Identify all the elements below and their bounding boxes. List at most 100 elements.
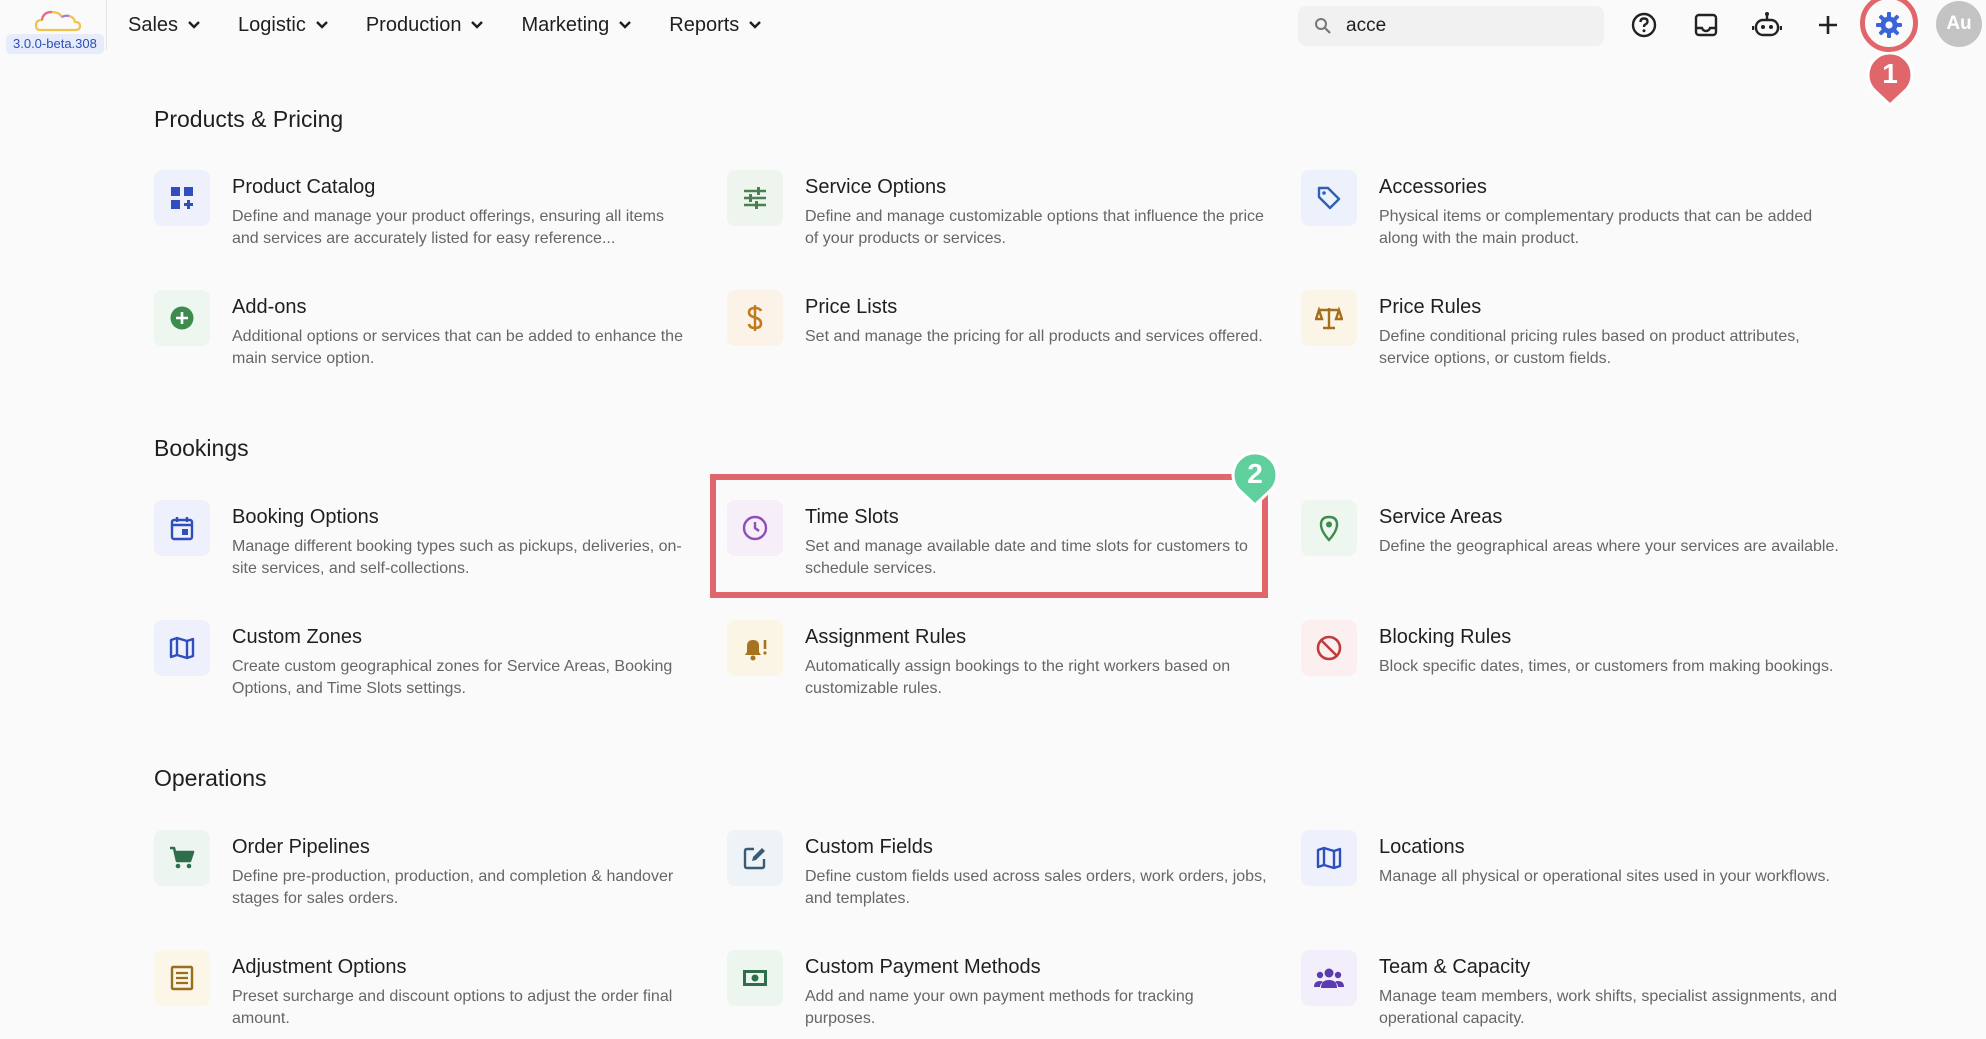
settings-button[interactable] [1871,7,1907,43]
card-description: Set and manage available date and time s… [805,538,1248,577]
nav-sales[interactable]: Sales [128,14,201,37]
top-bar: 3.0.0-beta.308 Sales Logistic Production… [0,0,1986,54]
card-title: Time Slots [805,506,899,528]
card-accessories[interactable]: Accessories Physical items or complement… [1301,170,1841,260]
sliders-icon [727,170,783,226]
card-description: Manage different booking types such as p… [232,538,682,577]
card-title: Service Areas [1379,506,1503,528]
card-time-slots[interactable]: Time Slots Set and manage available date… [727,500,1267,590]
card-description: Define pre-production, production, and c… [232,868,674,907]
card-description: Define and manage customizable options t… [805,208,1264,247]
cloud-logo-icon [34,10,82,32]
card-blocking-rules[interactable]: Blocking Rules Block specific dates, tim… [1301,620,1841,710]
card-description: Manage all physical or operational sites… [1379,868,1830,885]
inbox-button[interactable] [1688,7,1724,43]
card-title: Custom Fields [805,836,933,858]
card-team-capacity[interactable]: Team & Capacity Manage team members, wor… [1301,950,1841,1039]
add-button[interactable] [1810,7,1846,43]
chevron-down-icon [619,21,632,29]
card-description: Add and name your own payment methods fo… [805,988,1194,1027]
card-title: Add-ons [232,296,307,318]
card-title: Custom Payment Methods [805,956,1041,978]
assistant-button[interactable] [1749,7,1785,43]
card-description: Set and manage the pricing for all produ… [805,328,1263,345]
help-circle-icon [1631,12,1657,38]
card-service-options[interactable]: Service Options Define and manage custom… [727,170,1267,260]
card-adjustment-options[interactable]: Adjustment Options Preset surcharge and … [154,950,694,1039]
section-title-bookings: Bookings [154,435,249,461]
gear-icon [1876,12,1902,38]
nav-production-label: Production [365,13,462,36]
edit-icon [727,830,783,886]
card-price-rules[interactable]: Price Rules Define conditional pricing r… [1301,290,1841,380]
card-custom-payment-methods[interactable]: Custom Payment Methods Add and name your… [727,950,1267,1039]
card-title: Booking Options [232,506,379,528]
app-logo[interactable]: 3.0.0-beta.308 [0,0,106,56]
section-title-operations: Operations [154,765,267,791]
nav-logistic[interactable]: Logistic [238,14,329,37]
card-custom-fields[interactable]: Custom Fields Define custom fields used … [727,830,1267,920]
card-product-catalog[interactable]: Product Catalog Define and manage your p… [154,170,694,260]
card-service-areas[interactable]: Service Areas Define the geographical ar… [1301,500,1841,590]
chevron-down-icon [315,21,328,29]
main-nav: Sales Logistic Production Marketing Repo… [128,0,799,50]
card-title: Team & Capacity [1379,956,1531,978]
card-title: Price Rules [1379,296,1482,318]
card-custom-zones[interactable]: Custom Zones Create custom geographical … [154,620,694,710]
location-pin-icon [1301,500,1357,556]
cash-icon [727,950,783,1006]
list-icon [154,950,210,1006]
card-title: Accessories [1379,176,1487,198]
nav-marketing[interactable]: Marketing [521,14,632,37]
clock-icon [727,500,783,556]
robot-icon [1752,12,1782,37]
nav-marketing-label: Marketing [521,13,610,36]
dollar-icon [727,290,783,346]
calendar-icon [154,500,210,556]
nav-reports[interactable]: Reports [669,14,762,37]
search-icon [1315,18,1331,34]
block-icon [1301,620,1357,676]
grid-plus-icon [154,170,210,226]
card-description: Preset surcharge and discount options to… [232,988,673,1027]
plus-circle-icon [154,290,210,346]
card-assignment-rules[interactable]: Assignment Rules Automatically assign bo… [727,620,1267,710]
card-price-lists[interactable]: Price Lists Set and manage the pricing f… [727,290,1267,380]
card-add-ons[interactable]: Add-ons Additional options or services t… [154,290,694,380]
card-description: Define the geographical areas where your… [1379,538,1839,555]
plus-icon [1819,16,1837,34]
card-title: Product Catalog [232,176,376,198]
map-icon [1301,830,1357,886]
card-booking-options[interactable]: Booking Options Manage different booking… [154,500,694,590]
nav-production[interactable]: Production [366,14,485,37]
bell-alert-icon [727,620,783,676]
section-title-products-pricing: Products & Pricing [154,106,344,132]
card-description: Define and manage your product offerings… [232,208,664,247]
search-input[interactable] [1346,15,1586,37]
card-description: Block specific dates, times, or customer… [1379,658,1834,675]
card-description: Automatically assign bookings to the rig… [805,658,1231,697]
search-bar[interactable] [1298,6,1604,46]
annotation-marker-1: 1 [1865,51,1915,108]
card-locations[interactable]: Locations Manage all physical or operati… [1301,830,1841,920]
inbox-icon [1694,13,1718,37]
avatar[interactable]: Au [1936,1,1982,47]
card-description: Manage team members, work shifts, specia… [1379,988,1837,1027]
card-title: Adjustment Options [232,956,407,978]
card-title: Order Pipelines [232,836,370,858]
scale-icon [1301,290,1357,346]
card-description: Create custom geographical zones for Ser… [232,658,673,697]
nav-divider [106,0,107,50]
version-badge: 3.0.0-beta.308 [6,34,104,54]
card-order-pipelines[interactable]: Order Pipelines Define pre-production, p… [154,830,694,920]
card-description: Define conditional pricing rules based o… [1379,328,1800,367]
card-description: Physical items or complementary products… [1379,208,1813,247]
card-title: Blocking Rules [1379,626,1512,648]
card-title: Custom Zones [232,626,363,648]
chevron-down-icon [749,21,762,29]
card-title: Locations [1379,836,1465,858]
card-description: Define custom fields used across sales o… [805,868,1267,907]
help-button[interactable] [1626,7,1662,43]
chevron-down-icon [471,21,484,29]
card-title: Assignment Rules [805,626,967,648]
